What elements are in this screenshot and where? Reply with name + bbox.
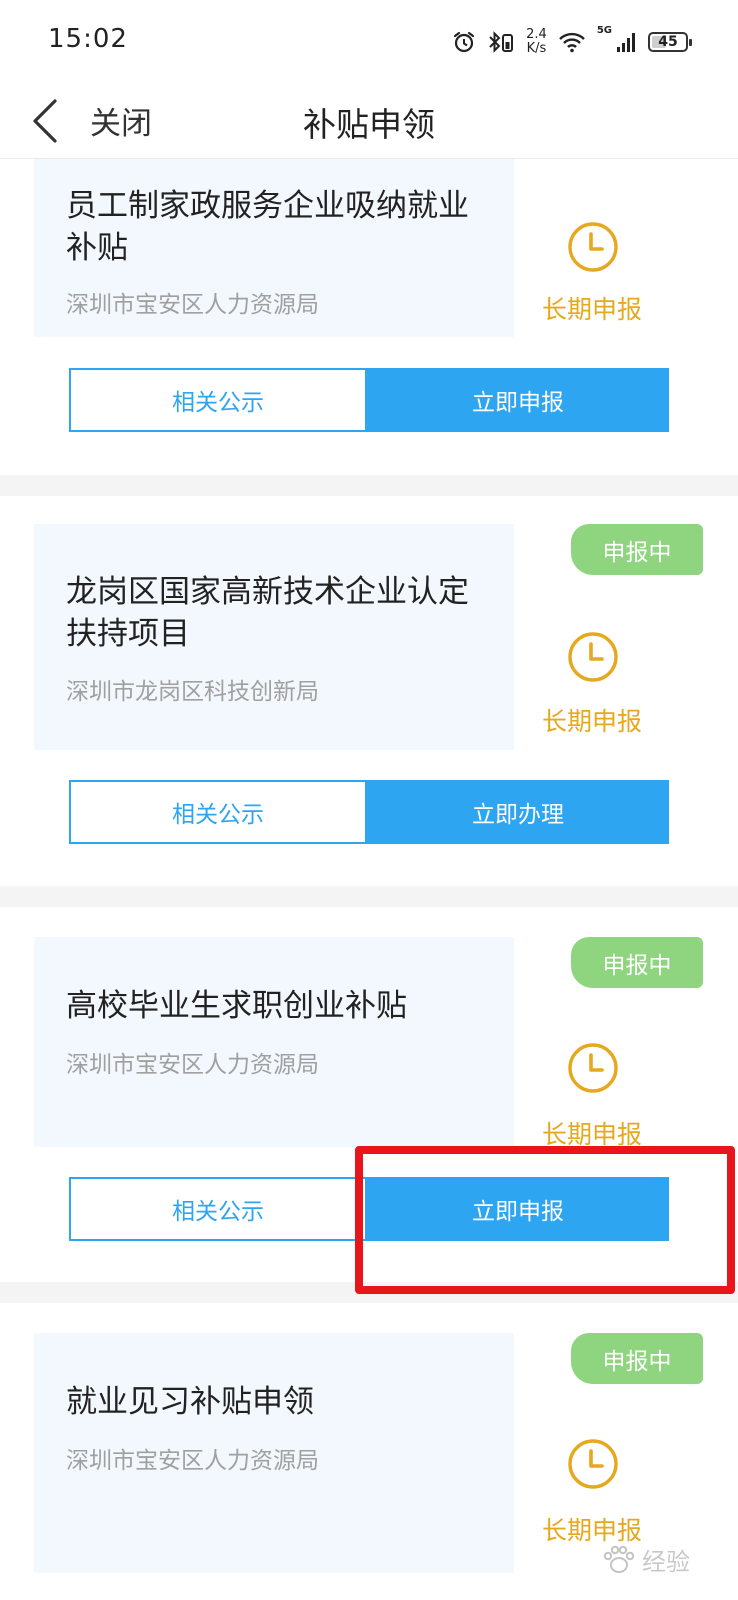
subsidy-organization: 深圳市宝安区人力资源局 [66,292,319,318]
subsidy-organization: 深圳市宝安区人力资源局 [66,1448,319,1474]
handle-now-button[interactable]: 立即办理 [367,780,669,844]
status-tag: 申报中 [571,524,703,575]
status-icons: 2.4 K/s 5G 45 [452,25,692,59]
subsidy-title: 龙岗区国家高新技术企业认定扶持项目 [66,574,469,652]
subsidy-card: 员工制家政服务企业吸纳就业补贴 深圳市宝安区人力资源局 长期申报 相关公示 立即… [0,158,738,475]
nav-bar: 关闭 补贴申领 [0,84,738,159]
related-notice-button[interactable]: 相关公示 [69,780,367,844]
signal-icon [617,33,635,52]
paw-logo-icon [603,1545,635,1573]
subsidy-title: 员工制家政服务企业吸纳就业补贴 [66,188,469,266]
highlight-annotation [355,1146,735,1294]
period-label: 长期申报 [542,295,643,324]
status-time: 15:02 [48,24,128,54]
subsidy-info[interactable]: 员工制家政服务企业吸纳就业补贴 深圳市宝安区人力资源局 [34,158,514,337]
clock-icon [568,222,618,272]
clock-icon [568,1043,618,1093]
subsidy-title: 高校毕业生求职创业补贴 [66,988,407,1024]
clock-icon [568,1439,618,1489]
subsidy-title: 就业见习补贴申领 [66,1384,314,1420]
page-title: 补贴申领 [303,105,435,144]
network-speed-unit: K/s [526,41,547,56]
watermark: 经验 [602,1542,690,1577]
network-speed-value: 2.4 [526,27,547,42]
status-bar: 15:02 2.4 K/s 5G 45 [0,0,738,84]
network-type: 5G [596,25,612,36]
subsidy-info[interactable]: 就业见习补贴申领 深圳市宝安区人力资源局 [34,1333,514,1573]
status-tag: 申报中 [571,1333,703,1384]
subsidy-card: 申报中 龙岗区国家高新技术企业认定扶持项目 深圳市龙岗区科技创新局 长期申报 相… [0,496,738,886]
subsidy-organization: 深圳市宝安区人力资源局 [66,1052,319,1078]
subsidy-info[interactable]: 高校毕业生求职创业补贴 深圳市宝安区人力资源局 [34,937,514,1147]
apply-now-button[interactable]: 立即申报 [367,368,669,432]
period-label: 长期申报 [542,707,643,736]
network-speed: 2.4 K/s [526,28,547,56]
wifi-icon [558,32,585,53]
battery-level-text: 45 [658,34,678,50]
subsidy-info[interactable]: 龙岗区国家高新技术企业认定扶持项目 深圳市龙岗区科技创新局 [34,524,514,750]
battery-icon: 45 [648,32,692,52]
bluetooth-battery-icon [489,31,514,53]
status-tag: 申报中 [571,937,703,988]
related-notice-button[interactable]: 相关公示 [69,368,367,432]
clock-icon [568,632,618,682]
subsidy-organization: 深圳市龙岗区科技创新局 [66,679,319,705]
related-notice-button[interactable]: 相关公示 [69,1177,367,1241]
alarm-icon [454,31,475,53]
subsidy-list[interactable]: 员工制家政服务企业吸纳就业补贴 深圳市宝安区人力资源局 长期申报 相关公示 立即… [0,158,738,1600]
watermark-text: 经验 [642,1548,690,1576]
